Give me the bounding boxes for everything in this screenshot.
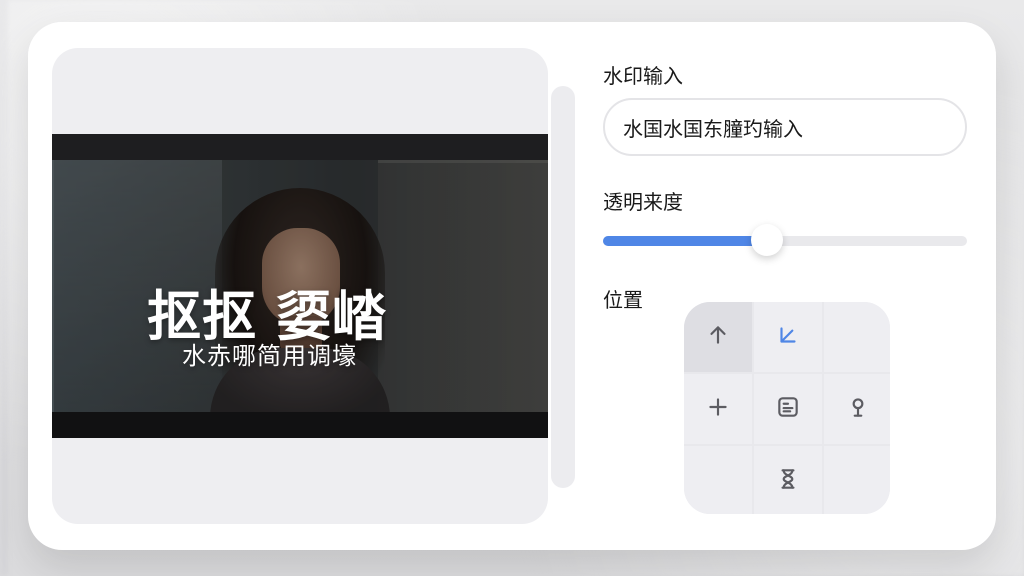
video-frame: 抠抠 媭崉 水赤哪简用调壕 [52, 134, 548, 438]
opacity-slider[interactable] [603, 224, 967, 256]
opacity-slider-fill [603, 236, 767, 246]
position-cell-bottom-left[interactable] [684, 446, 752, 514]
position-label: 位置 [603, 288, 643, 312]
position-cell-bottom-right[interactable] [824, 446, 890, 514]
arrow-up-icon [705, 322, 731, 352]
text-box-icon [775, 394, 801, 424]
position-cell-top-right[interactable] [824, 302, 890, 372]
position-cell-center[interactable] [754, 374, 822, 444]
position-cell-middle-right[interactable] [824, 374, 890, 444]
video-letterbox-bottom [52, 412, 548, 438]
opacity-label: 透明来度 [603, 190, 683, 214]
position-grid [684, 302, 890, 514]
hourglass-icon [775, 466, 801, 496]
opacity-slider-thumb[interactable] [750, 224, 783, 256]
corner-arrow-icon [775, 322, 801, 352]
pin-icon [845, 394, 871, 424]
watermark-text-input[interactable]: 水国水国东膧玓输入 [603, 98, 967, 156]
watermark-input-label: 水印输入 [603, 64, 683, 88]
position-cell-bottom-center[interactable] [754, 446, 822, 514]
video-scene: 抠抠 媭崉 水赤哪简用调壕 [52, 160, 548, 418]
video-preview-panel: 抠抠 媭崉 水赤哪简用调壕 [52, 48, 548, 524]
overlay-subtitle: 水赤哪简用调壕 [182, 342, 357, 370]
video-letterbox-top [52, 134, 548, 160]
plus-icon [705, 394, 731, 424]
watermark-input-value: 水国水国东膧玓输入 [623, 116, 803, 141]
position-cell-top-center[interactable] [754, 302, 822, 372]
preview-scrollbar[interactable] [551, 86, 575, 488]
position-cell-middle-left[interactable] [684, 374, 752, 444]
position-cell-top-left[interactable] [684, 302, 752, 372]
